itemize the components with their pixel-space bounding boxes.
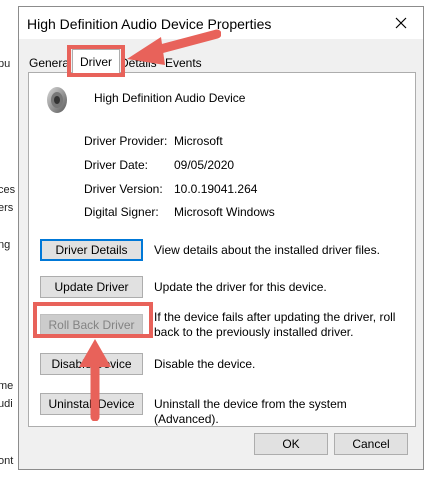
background-text: pu [0,58,11,70]
uninstall-device-description: Uninstall the device from the system (Ad… [154,397,347,426]
driver-date-value: 09/05/2020 [174,158,235,172]
properties-dialog: High Definition Audio Device Properties … [18,6,424,470]
driver-version-label: Driver Version: [84,182,163,196]
roll-back-driver-description: If the device fails after updating the d… [154,310,396,339]
update-driver-button[interactable]: Update Driver [40,276,143,298]
driver-date-label: Driver Date: [84,158,149,172]
driver-details-description: View details about the installed driver … [154,243,380,257]
cancel-button[interactable]: Cancel [334,433,408,455]
background-text: me [0,380,14,392]
disable-device-description: Disable the device. [154,357,256,371]
tab-driver[interactable]: Driver [72,49,120,73]
ok-button[interactable]: OK [254,433,328,455]
title-bar[interactable]: High Definition Audio Device Properties [19,7,423,39]
background-window-strip: pu ces ers ng me udi ont [0,0,18,478]
background-text: udi [0,398,13,410]
digital-signer-value: Microsoft Windows [174,205,275,219]
speaker-icon [47,87,67,113]
update-driver-description: Update the driver for this device. [154,280,327,294]
background-text: ces [0,184,16,196]
driver-details-button[interactable]: Driver Details [40,239,143,261]
close-button[interactable] [379,7,423,39]
close-icon [395,17,407,29]
background-text: ers [0,202,14,214]
driver-version-value: 10.0.19041.264 [174,182,258,196]
pointer-arrow-icon [79,339,111,421]
digital-signer-label: Digital Signer: [84,205,159,219]
roll-back-driver-button[interactable]: Roll Back Driver [40,314,143,336]
driver-provider-value: Microsoft [174,134,223,148]
driver-provider-label: Driver Provider: [84,134,168,148]
background-text: ont [0,455,14,467]
pointer-arrow-icon [127,29,221,65]
background-text: ng [0,239,11,251]
device-name: High Definition Audio Device [94,91,246,105]
tab-general[interactable]: General [29,53,72,73]
